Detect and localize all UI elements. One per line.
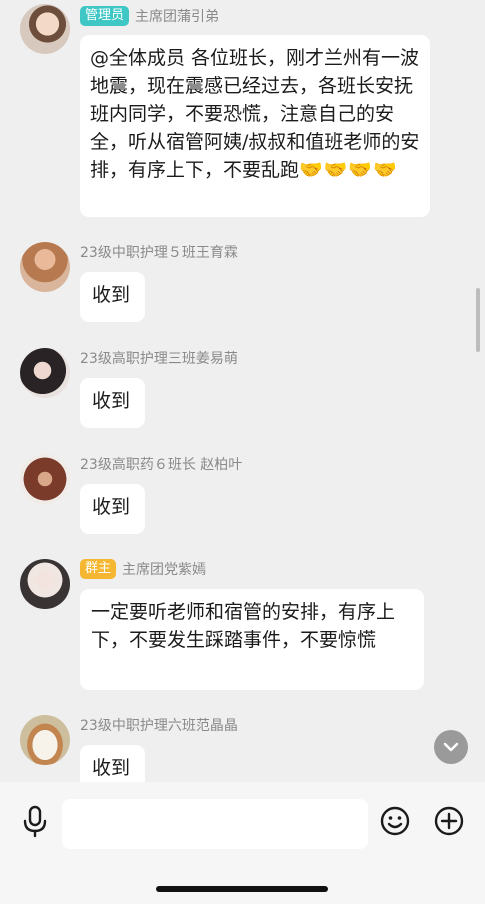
owner-badge: 群主 [80, 559, 117, 579]
sender-name[interactable]: 23级中职护理５班王育霖 [80, 242, 238, 262]
sender-name[interactable]: 23级中职护理六班范晶晶 [80, 715, 238, 735]
avatar[interactable] [20, 242, 70, 292]
message-bubble[interactable]: @全体成员 各位班长，刚才兰州有一波地震，现在震感已经过去，各班长安抚班内同学，… [80, 35, 430, 217]
microphone-icon [20, 804, 50, 842]
avatar[interactable] [20, 559, 70, 609]
message-bubble[interactable]: 收到 [80, 745, 145, 782]
message-header: 管理员 主席团蒲引弟 [80, 6, 219, 26]
more-button[interactable] [432, 806, 466, 840]
message-text: 收到 [92, 757, 131, 779]
sender-name[interactable]: 23级高职护理三班姜易萌 [80, 348, 238, 368]
message-header: 23级中职护理５班王育霖 [80, 242, 238, 262]
message-bubble[interactable]: 收到 [80, 272, 145, 322]
message-input[interactable] [62, 799, 368, 849]
smiley-icon [379, 805, 411, 841]
avatar[interactable] [20, 4, 70, 54]
admin-badge: 管理员 [80, 6, 130, 26]
sender-name[interactable]: 主席团蒲引弟 [135, 6, 219, 26]
message-bubble[interactable]: 收到 [80, 378, 145, 428]
scrollbar[interactable] [476, 288, 480, 352]
message-text: 一定要听老师和宿管的安排，有序上下，不要发生踩踏事件，不要惊慌 [91, 601, 396, 651]
message-header: 23级高职护理三班姜易萌 [80, 348, 238, 368]
avatar[interactable] [20, 454, 70, 504]
message-header: 23级高职药６班长 赵柏叶 [80, 454, 242, 474]
home-indicator[interactable] [156, 886, 328, 892]
jump-to-latest-button[interactable] [434, 730, 468, 764]
message-text: 收到 [92, 496, 131, 518]
avatar[interactable] [20, 715, 70, 765]
handshake-emoji: 🤝🤝🤝🤝 [299, 159, 398, 181]
message-text: 收到 [92, 390, 131, 412]
message-bubble[interactable]: 收到 [80, 484, 145, 534]
input-bar [0, 782, 485, 904]
plus-circle-icon [433, 805, 465, 841]
sender-name[interactable]: 主席团党紫嫣 [122, 559, 206, 579]
message-bubble[interactable]: 一定要听老师和宿管的安排，有序上下，不要发生踩踏事件，不要惊慌 [80, 589, 424, 690]
avatar[interactable] [20, 348, 70, 398]
chat-message-list[interactable]: 管理员 主席团蒲引弟 @全体成员 各位班长，刚才兰州有一波地震，现在震感已经过去… [0, 0, 485, 782]
message-header: 群主 主席团党紫嫣 [80, 559, 206, 579]
voice-button[interactable] [18, 804, 52, 842]
message-header: 23级中职护理六班范晶晶 [80, 715, 238, 735]
chevron-down-icon [443, 738, 459, 757]
message-text: 收到 [92, 284, 131, 306]
emoji-button[interactable] [378, 806, 412, 840]
sender-name[interactable]: 23级高职药６班长 赵柏叶 [80, 454, 242, 474]
